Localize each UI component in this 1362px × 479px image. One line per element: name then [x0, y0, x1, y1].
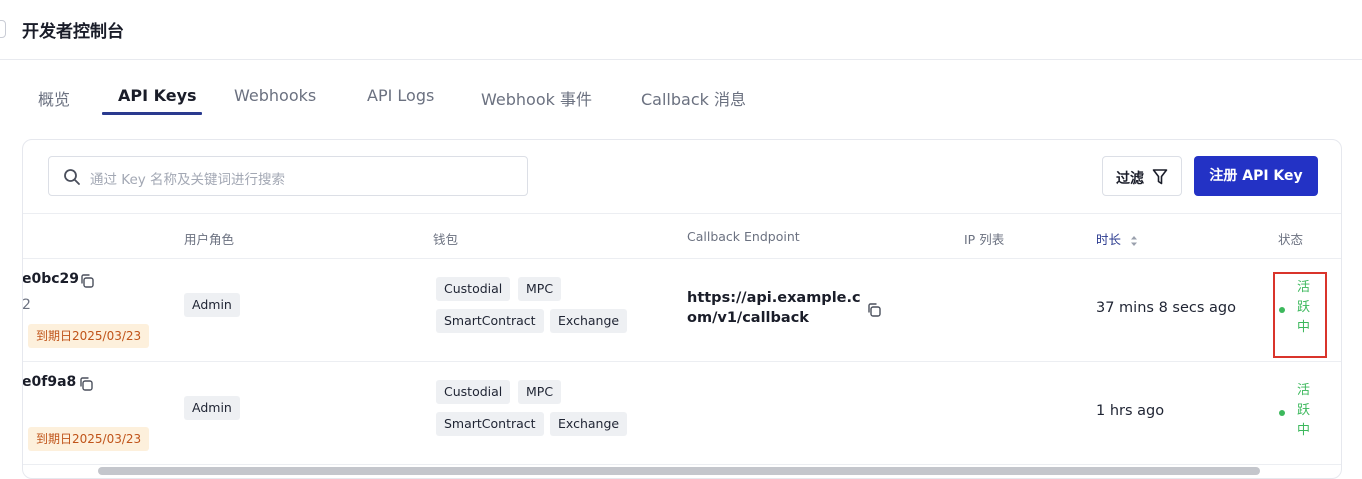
expiry-badge: 到期日2025/03/23: [28, 324, 150, 348]
tab-webhooks[interactable]: Webhooks: [234, 86, 316, 115]
table-row: e0bc29 2 到期日2025/03/23 Admin Custodial M…: [22, 259, 1341, 362]
copy-icon[interactable]: [79, 273, 95, 289]
key-name: e0f9a8: [22, 374, 77, 390]
wallet-tag-smartcontract: SmartContract: [436, 412, 544, 436]
wallet-tag-custodial: Custodial: [436, 380, 511, 404]
status-dot: [1279, 410, 1285, 416]
duration-value: 37 mins 8 secs ago: [1096, 300, 1236, 316]
active-tab-indicator: [102, 112, 202, 115]
sidebar-toggle[interactable]: [0, 20, 6, 38]
status-badge: 活 跃 中: [1279, 381, 1319, 447]
api-keys-card: 通过 Key 名称及关键词进行搜索 过滤 注册 API Key 用户角色 钱包 …: [22, 139, 1342, 479]
column-status: 状态: [1278, 232, 1304, 247]
copy-icon[interactable]: [78, 376, 94, 392]
page-header: 开发者控制台: [0, 0, 1362, 60]
table-row: e0f9a8 到期日2025/03/23 Admin Custodial MPC…: [22, 362, 1341, 465]
role-tag: Admin: [184, 396, 240, 420]
expiry-badge: 到期日2025/03/23: [28, 427, 150, 451]
wallet-tag-mpc: MPC: [518, 380, 562, 404]
column-duration[interactable]: 时长: [1096, 229, 1138, 248]
table-header: 用户角色 钱包 Callback Endpoint IP 列表 时长 状态: [23, 213, 1341, 259]
page-title: 开发者控制台: [22, 22, 124, 42]
filter-label: 过滤: [1116, 171, 1144, 187]
filter-button[interactable]: 过滤: [1102, 156, 1182, 196]
sort-icon[interactable]: [1130, 235, 1138, 247]
tab-api-keys[interactable]: API Keys: [118, 86, 197, 115]
horizontal-scrollbar[interactable]: [98, 467, 1260, 475]
tab-callback-messages[interactable]: Callback 消息: [641, 86, 746, 115]
status-char: 活: [1297, 383, 1311, 398]
status-highlight-box: [1273, 272, 1327, 358]
wallet-tag-mpc: MPC: [518, 277, 562, 301]
search-placeholder: 通过 Key 名称及关键词进行搜索: [90, 172, 286, 188]
wallet-tag-exchange: Exchange: [550, 412, 628, 436]
wallet-tag-smartcontract: SmartContract: [436, 309, 544, 333]
status-char: 中: [1297, 423, 1311, 438]
duration-value: 1 hrs ago: [1096, 403, 1165, 419]
tab-overview[interactable]: 概览: [38, 86, 70, 115]
filter-icon: [1152, 169, 1168, 185]
search-input[interactable]: 通过 Key 名称及关键词进行搜索: [48, 156, 528, 196]
tab-bar: 概览 API Keys Webhooks API Logs Webhook 事件…: [0, 86, 1362, 116]
key-subtext: 2: [22, 297, 31, 313]
column-callback-endpoint: Callback Endpoint: [687, 229, 800, 244]
column-duration-label: 时长: [1096, 232, 1122, 247]
wallet-tag-custodial: Custodial: [436, 277, 511, 301]
wallet-tag-exchange: Exchange: [550, 309, 628, 333]
tab-api-logs[interactable]: API Logs: [367, 86, 434, 115]
role-tag: Admin: [184, 293, 240, 317]
column-wallet: 钱包: [433, 232, 459, 247]
column-ip-list: IP 列表: [964, 232, 1005, 247]
status-char: 跃: [1297, 403, 1311, 418]
copy-icon[interactable]: [866, 302, 882, 318]
column-role: 用户角色: [184, 232, 235, 247]
key-name: e0bc29: [22, 271, 80, 287]
tab-webhook-events[interactable]: Webhook 事件: [481, 86, 592, 115]
register-api-key-button[interactable]: 注册 API Key: [1194, 156, 1318, 196]
callback-endpoint: https://api.example.com/v1/callback: [687, 290, 861, 326]
search-icon: [64, 169, 80, 185]
